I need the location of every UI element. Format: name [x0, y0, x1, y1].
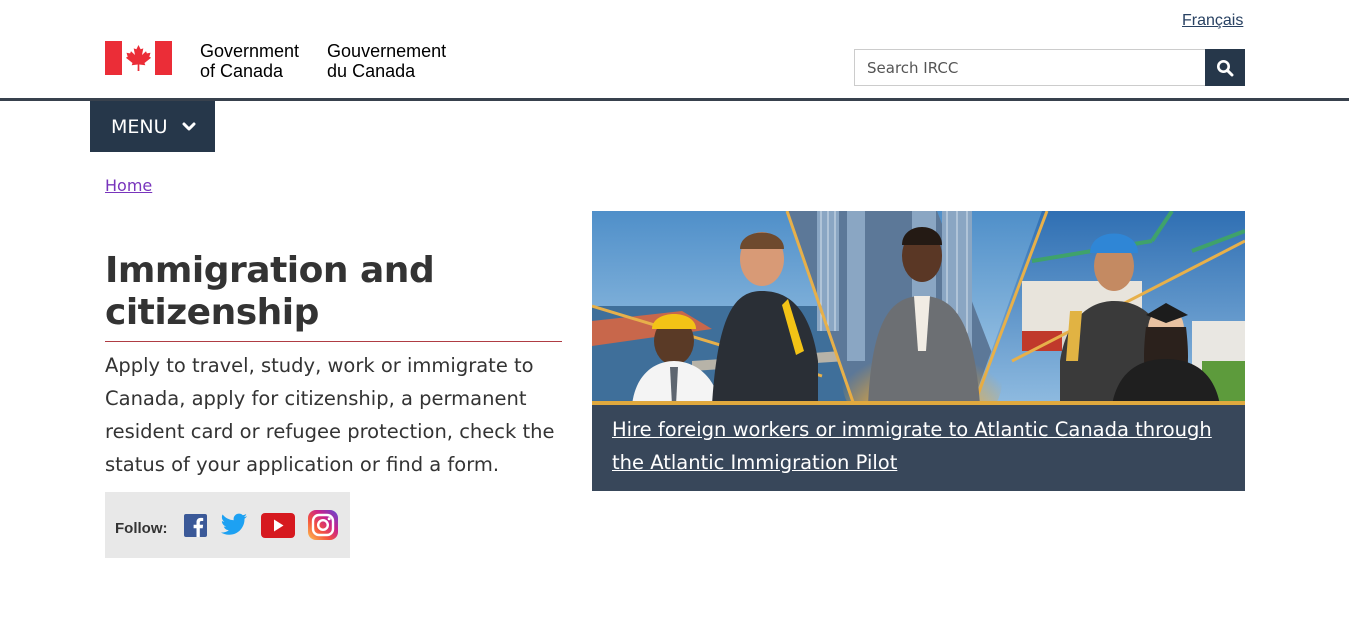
- instagram-link[interactable]: [307, 510, 338, 540]
- brand-text-french: Gouvernement du Canada: [327, 41, 446, 81]
- brand-text-english: Government of Canada: [200, 41, 299, 81]
- youtube-icon: [260, 512, 295, 538]
- search-input[interactable]: [854, 49, 1205, 86]
- facebook-icon: [183, 513, 207, 537]
- search-icon: [1217, 59, 1234, 76]
- feature-caption: Hire foreign workers or immigrate to Atl…: [592, 405, 1245, 491]
- atlantic-immigration-banner-image: [592, 211, 1245, 405]
- feature-card: Hire foreign workers or immigrate to Atl…: [592, 211, 1245, 491]
- brand-en-line-2: of Canada: [200, 61, 284, 81]
- breadcrumb: Home: [105, 176, 152, 195]
- search-bar: [854, 49, 1245, 86]
- brand-en-line-1: Government: [200, 41, 300, 61]
- follow-label: Follow:: [115, 519, 168, 537]
- breadcrumb-home-link[interactable]: Home: [105, 176, 152, 195]
- government-of-canada-signature[interactable]: Government of Canada Gouvernement du Can…: [105, 41, 446, 81]
- canada-flag-icon: [105, 41, 172, 75]
- page-intro-text: Apply to travel, study, work or immigrat…: [105, 354, 555, 476]
- instagram-icon: [307, 510, 338, 540]
- atlantic-immigration-pilot-link[interactable]: Hire foreign workers or immigrate to Atl…: [612, 418, 1212, 474]
- search-button[interactable]: [1205, 49, 1245, 86]
- brand-fr-line-1: Gouvernement: [327, 41, 447, 61]
- social-follow-bar: Follow:: [105, 492, 350, 558]
- page-title: Immigration and citizenship: [105, 250, 562, 342]
- chevron-down-icon: [182, 122, 196, 130]
- menu-button[interactable]: MENU: [90, 101, 215, 152]
- menu-label: MENU: [111, 115, 168, 138]
- brand-fr-line-2: du Canada: [327, 61, 416, 81]
- youtube-link[interactable]: [260, 512, 295, 538]
- language-toggle-link[interactable]: Français: [1182, 12, 1243, 30]
- twitter-icon: [220, 513, 247, 535]
- twitter-link[interactable]: [220, 513, 248, 537]
- facebook-link[interactable]: [183, 513, 207, 537]
